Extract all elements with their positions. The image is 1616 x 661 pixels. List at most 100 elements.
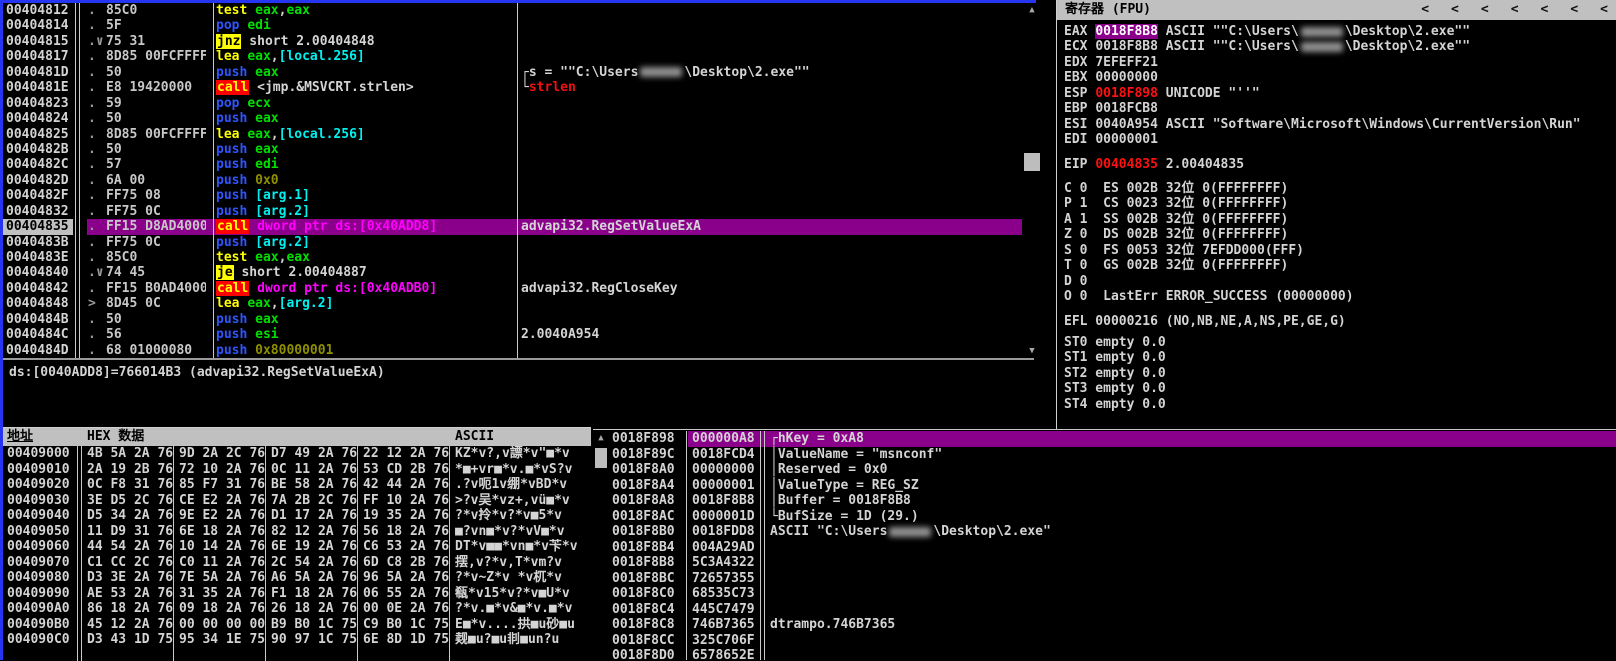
stack-pane[interactable]: 0018F898 000000A8 ┌hKey = 0xA8 0018F89C 0018…: [610, 431, 1616, 660]
instruction-address: 0040481E: [6, 80, 69, 96]
disasm-row[interactable]: 0040482D. 6A 00 push 0x0: [3, 173, 1034, 188]
dump-row[interactable]: 004090C0 D3 43 1D 75 95 34 1E 75 90 97 1C 7…: [3, 632, 591, 648]
flag-line[interactable]: D 0: [1064, 274, 1616, 289]
collapse-chevron-icon[interactable]: <: [1421, 0, 1429, 20]
scroll-up-icon[interactable]: ▲: [593, 431, 609, 445]
flag-line[interactable]: A 1 SS 002B 32位 0(FFFFFFFF): [1064, 212, 1616, 227]
disasm-row[interactable]: 00404815 .∨ 75 31 jnz short 2.00404848: [3, 33, 1034, 49]
disasm-row[interactable]: 0040484C. 56 push esi 2.0040A954: [3, 327, 1034, 342]
disasm-row[interactable]: 00404832. FF75 0C push [arg.2]: [3, 204, 1034, 219]
flag-line[interactable]: Z 0 DS 002B 32位 0(FFFFFFFF): [1064, 227, 1616, 242]
disasm-row[interactable]: 00404842. FF15 B0AD4000 call dword ptr ds:…: [3, 280, 1034, 296]
disasm-row[interactable]: 0040481D. 50 push eax ┌s = ""C:\Users \Deskt…: [3, 65, 1034, 80]
disasm-row[interactable]: 00404824. 50 push eax: [3, 111, 1034, 126]
register-value: 0040A954: [1095, 116, 1158, 132]
fpu-register-line[interactable]: ST2 empty 0.0: [1064, 366, 1616, 381]
disassembly-scrollbar[interactable]: ▲ ▼: [1022, 3, 1042, 358]
hex-bytes-group: 56 18 2A 76: [363, 523, 450, 539]
scroll-up-icon[interactable]: ▲: [1022, 3, 1042, 17]
scroll-down-icon[interactable]: ▼: [1022, 344, 1042, 358]
register-line[interactable]: EBX 00000000: [1064, 70, 1616, 85]
disasm-row[interactable]: 00404835. FF15 D8AD4000 call dword ptr ds:…: [3, 219, 1034, 235]
dump-row[interactable]: 00409000 4B 5A 2A 76 9D 2A 2C 76 D7 49 2A 7…: [3, 446, 591, 462]
register-line[interactable]: ECX 0018F8B8 ASCII ""C:\Users\ \Desktop\2…: [1064, 39, 1616, 54]
dump-row[interactable]: 004090A0 86 18 2A 76 09 18 2A 76 26 18 2A 7…: [3, 601, 591, 617]
stack-comment: ASCII "C:\Users \Desktop\2.exe": [770, 524, 1051, 540]
dump-row[interactable]: 00409050 11 D9 31 76 6E 18 2A 76 82 12 2A 7…: [3, 524, 591, 540]
hex-bytes-group: 82 12 2A 76: [271, 523, 358, 539]
disasm-row[interactable]: 00404840 .∨ 74 45 je short 2.00404887: [3, 265, 1034, 281]
dump-row[interactable]: 00409060 44 54 2A 76 10 14 2A 76 6E 19 2A 7…: [3, 539, 591, 555]
disasm-row[interactable]: 00404814. 5F pop edi: [3, 18, 1034, 33]
flag-line[interactable]: S 0 FS 0053 32位 7EFDD000(FFF): [1064, 243, 1616, 258]
disasm-row[interactable]: 00404823. 59 pop ecx: [3, 96, 1034, 111]
efl-line[interactable]: EFL 00000216 (NO,NB,NE,A,NS,PE,GE,G): [1064, 314, 1616, 329]
register-line[interactable]: ESP 0018F898 UNICODE "''": [1064, 86, 1616, 101]
scrollbar-thumb[interactable]: [1024, 153, 1040, 171]
flag-line[interactable]: T 0 GS 002B 32位 0(FFFFFFFF): [1064, 258, 1616, 273]
fpu-register-line[interactable]: ST1 empty 0.0: [1064, 350, 1616, 365]
collapse-chevron-icon[interactable]: <: [1600, 0, 1608, 20]
disasm-row[interactable]: 00404848 >8D45 0C lea eax,[arg.2]: [3, 296, 1034, 311]
register-line[interactable]: EDI 00000001: [1064, 132, 1616, 147]
scrollbar-thumb[interactable]: [595, 448, 607, 468]
dump-row[interactable]: 00409010 2A 19 2B 76 72 10 2A 76 0C 11 2A 7…: [3, 462, 591, 478]
register-line[interactable]: EDX 7EFEFF21: [1064, 55, 1616, 70]
instruction: push [arg.1]: [216, 188, 310, 203]
stack-value: 0018FDD8: [692, 524, 755, 539]
register-line[interactable]: EAX 0018F8B8 ASCII ""C:\Users\ \Desktop\2…: [1064, 24, 1616, 39]
opcode-bytes: FF75 0C: [106, 234, 161, 250]
dump-row[interactable]: 00409040 D5 34 2A 76 9E E2 2A 76 D1 17 2A 7…: [3, 508, 591, 524]
instruction-comment: advapi32.RegSetValueExA: [521, 219, 701, 234]
disasm-row[interactable]: 0040483B. FF75 0C push [arg.2]: [3, 235, 1034, 250]
hex-bytes-group: A6 5A 2A 76: [271, 570, 358, 585]
instruction-address: 00404842: [6, 280, 69, 296]
instruction-address: 0040484C: [6, 327, 69, 343]
collapse-chevron-icon[interactable]: <: [1541, 0, 1549, 20]
text-segment: lea: [216, 49, 240, 65]
text-segment: ,: [270, 296, 279, 312]
flag-line[interactable]: C 0 ES 002B 32位 0(FFFFFFFF): [1064, 181, 1616, 196]
hex-bytes-group: 96 5A 2A 76: [363, 570, 450, 585]
dump-row[interactable]: 00409020 0C F8 31 76 85 F7 31 76 BE 58 2A 7…: [3, 477, 591, 493]
disasm-row[interactable]: 0040482C. 57 push edi: [3, 157, 1034, 172]
dump-row[interactable]: 00409090 AE 53 2A 76 31 35 2A 76 F1 18 2A 7…: [3, 586, 591, 602]
fpu-register-line[interactable]: ST3 empty 0.0: [1064, 381, 1616, 396]
disasm-row[interactable]: 0040483E. 85C0 test eax,eax: [3, 250, 1034, 265]
stack-value: 6578652E: [692, 648, 755, 660]
analysis-mark: .: [88, 126, 96, 142]
disassembly-pane[interactable]: 00404812. 85C0 test eax,eax 00404814. 5F pop …: [3, 3, 1034, 358]
collapse-chevron-icon[interactable]: <: [1481, 0, 1489, 20]
text-segment: ,: [270, 126, 279, 142]
flag-line[interactable]: P 1 CS 0023 32位 0(FFFFFFFF): [1064, 196, 1616, 211]
disasm-row[interactable]: 0040481E. E8 19420000 call <jmp.&MSVCRT.st…: [3, 80, 1034, 96]
hex-bytes-group: D1 17 2A 76: [271, 508, 358, 523]
fpu-register-line[interactable]: ST4 empty 0.0: [1064, 397, 1616, 412]
register-line[interactable]: EBP 0018FCB8: [1064, 101, 1616, 116]
disasm-row[interactable]: 0040482F. FF75 08 push [arg.1]: [3, 188, 1034, 203]
dump-row[interactable]: 00409080 D3 3E 2A 76 7E 5A 2A 76 A6 5A 2A 7…: [3, 570, 591, 586]
memory-dump-pane[interactable]: 地址 HEX 数据 ASCII 00409000 4B 5A 2A 76 9D 2A…: [3, 427, 591, 661]
collapse-chevron-icon[interactable]: <: [1451, 0, 1459, 20]
dump-row[interactable]: 004090B0 45 12 2A 76 00 00 00 00 B9 B0 1C 7…: [3, 617, 591, 633]
disasm-row[interactable]: 0040482B. 50 push eax: [3, 142, 1034, 157]
disasm-row[interactable]: 0040484D. 68 01000080 push 0x80000001: [3, 343, 1034, 358]
dump-row[interactable]: 00409070 C1 CC 2C 76 C0 11 2A 76 2C 54 2A 7…: [3, 555, 591, 571]
column-divider: [213, 3, 214, 358]
hex-bytes-group: D3 43 1D 75: [87, 632, 174, 647]
registers-pane[interactable]: 寄存器 (FPU) < < < < < < < EAX 0018F8B8 ASCII ""C…: [1057, 0, 1616, 430]
dump-row[interactable]: 00409030 3E D5 2C 76 CE E2 2A 76 7A 2B 2C 7…: [3, 493, 591, 509]
flag-line[interactable]: O 0 LastErr ERROR_SUCCESS (00000000): [1064, 289, 1616, 304]
collapse-chevron-icon[interactable]: <: [1570, 0, 1578, 20]
disasm-row[interactable]: 00404825. 8D85 00FCFFFF lea eax,[local.256…: [3, 127, 1034, 142]
stack-scrollbar[interactable]: ▲: [593, 431, 609, 660]
disasm-row[interactable]: 0040484B. 50 push eax: [3, 312, 1034, 327]
collapse-chevron-icon[interactable]: <: [1511, 0, 1519, 20]
text-segment: [247, 250, 255, 265]
disasm-row[interactable]: 00404812. 85C0 test eax,eax: [3, 3, 1034, 18]
register-line[interactable]: ESI 0040A954 ASCII "Software\Microsoft\W…: [1064, 117, 1616, 132]
disasm-row[interactable]: 00404817. 8D85 00FCFFFF lea eax,[local.256…: [3, 49, 1034, 64]
fpu-register-line[interactable]: ST0 empty 0.0: [1064, 335, 1616, 350]
register-line[interactable]: EIP 00404835 2.00404835: [1064, 157, 1616, 172]
